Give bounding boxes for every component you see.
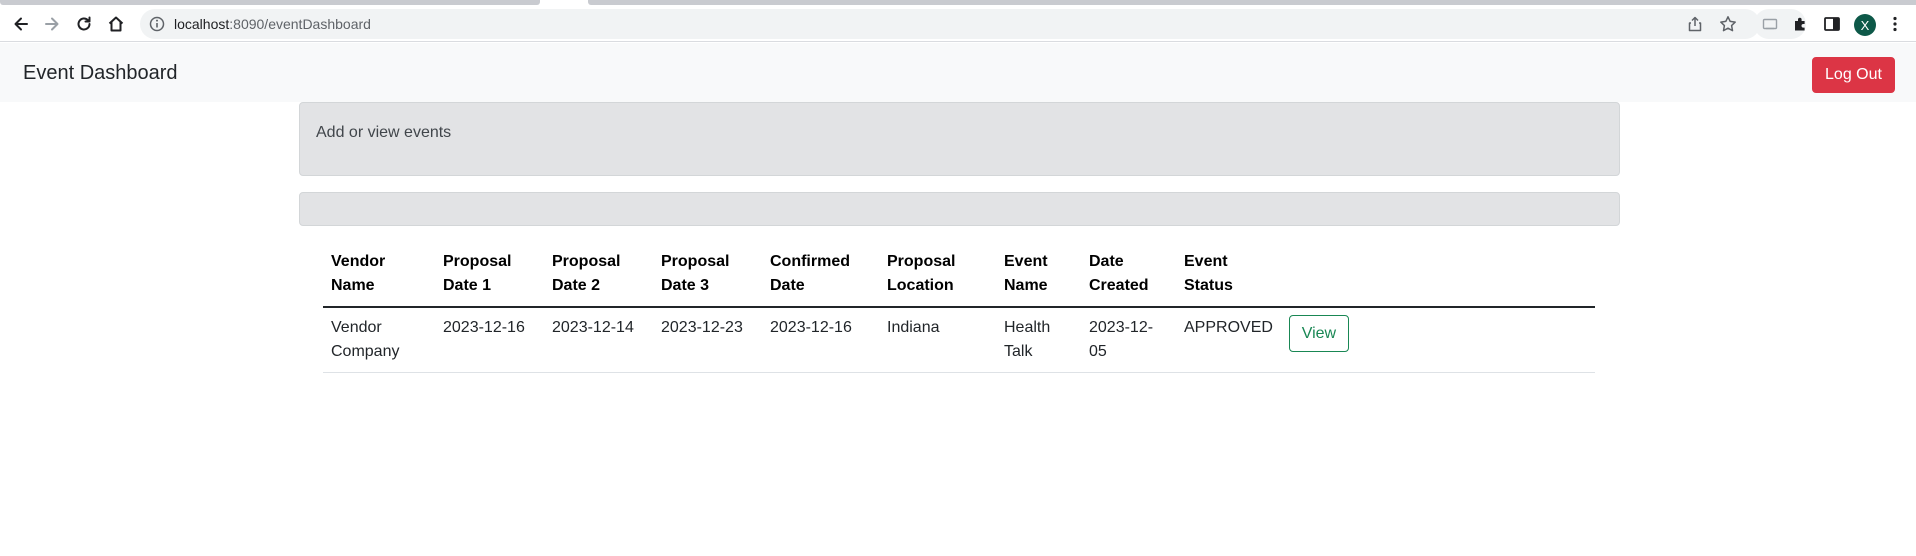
events-table: Vendor Name Proposal Date 1 Proposal Date 2…: [323, 242, 1595, 373]
column-header-event-status: Event Status: [1176, 242, 1281, 308]
intro-alert-panel: Add or view events: [299, 102, 1620, 176]
site-info-icon[interactable]: [148, 15, 166, 33]
back-icon[interactable]: [6, 9, 36, 39]
home-icon[interactable]: [101, 9, 131, 39]
url-host: localhost: [174, 16, 230, 32]
share-icon[interactable]: [1686, 15, 1704, 33]
cell-event-status: APPROVED: [1176, 307, 1281, 373]
column-header-actions: [1280, 242, 1595, 308]
intro-text: Add or view events: [316, 124, 452, 141]
cell-proposal-date-3: 2023-12-23: [653, 307, 762, 373]
cell-event-name: Health Talk: [996, 307, 1081, 373]
cell-actions: View: [1280, 307, 1595, 373]
browser-tab[interactable]: [0, 0, 540, 5]
browser-toolbar: localhost:8090/eventDashboard X: [0, 6, 1916, 42]
logout-button[interactable]: Log Out: [1812, 57, 1895, 93]
browser-menu-icon[interactable]: [1886, 15, 1904, 33]
browser-tab[interactable]: [588, 0, 1916, 5]
profile-avatar[interactable]: X: [1854, 14, 1876, 36]
cell-date-created: 2023-12-05: [1081, 307, 1176, 373]
table-header-row: Vendor Name Proposal Date 1 Proposal Date 2…: [323, 242, 1595, 308]
side-panel-icon[interactable]: [1823, 15, 1841, 33]
cell-proposal-location: Indiana: [879, 307, 996, 373]
column-header-event-name: Event Name: [996, 242, 1081, 308]
url-path: :8090/eventDashboard: [229, 16, 371, 32]
cast-icon[interactable]: [1762, 16, 1778, 32]
empty-alert-panel: [299, 192, 1620, 226]
cell-proposal-date-2: 2023-12-14: [544, 307, 653, 373]
view-event-button[interactable]: View: [1288, 315, 1349, 352]
cell-confirmed-date: 2023-12-16: [762, 307, 879, 373]
table-row: Vendor Company 2023-12-16 2023-12-14 202…: [323, 307, 1595, 373]
column-header-proposal-date-2: Proposal Date 2: [544, 242, 653, 308]
bookmark-star-icon[interactable]: [1718, 14, 1738, 34]
column-header-date-created: Date Created: [1081, 242, 1176, 308]
column-header-proposal-date-1: Proposal Date 1: [435, 242, 544, 308]
forward-icon[interactable]: [37, 9, 67, 39]
column-header-proposal-date-3: Proposal Date 3: [653, 242, 762, 308]
column-header-vendor-name: Vendor Name: [323, 242, 435, 308]
reload-icon[interactable]: [69, 9, 99, 39]
url-text[interactable]: localhost:8090/eventDashboard: [174, 16, 371, 32]
cell-vendor-name: Vendor Company: [323, 307, 435, 373]
address-bar[interactable]: localhost:8090/eventDashboard: [140, 9, 1760, 39]
column-header-proposal-location: Proposal Location: [879, 242, 996, 308]
cell-proposal-date-1: 2023-12-16: [435, 307, 544, 373]
extensions-puzzle-icon[interactable]: [1792, 15, 1810, 33]
navbar-brand[interactable]: Event Dashboard: [23, 62, 178, 85]
column-header-confirmed-date: Confirmed Date: [762, 242, 879, 308]
app-navbar: Event Dashboard Log Out: [0, 43, 1916, 102]
